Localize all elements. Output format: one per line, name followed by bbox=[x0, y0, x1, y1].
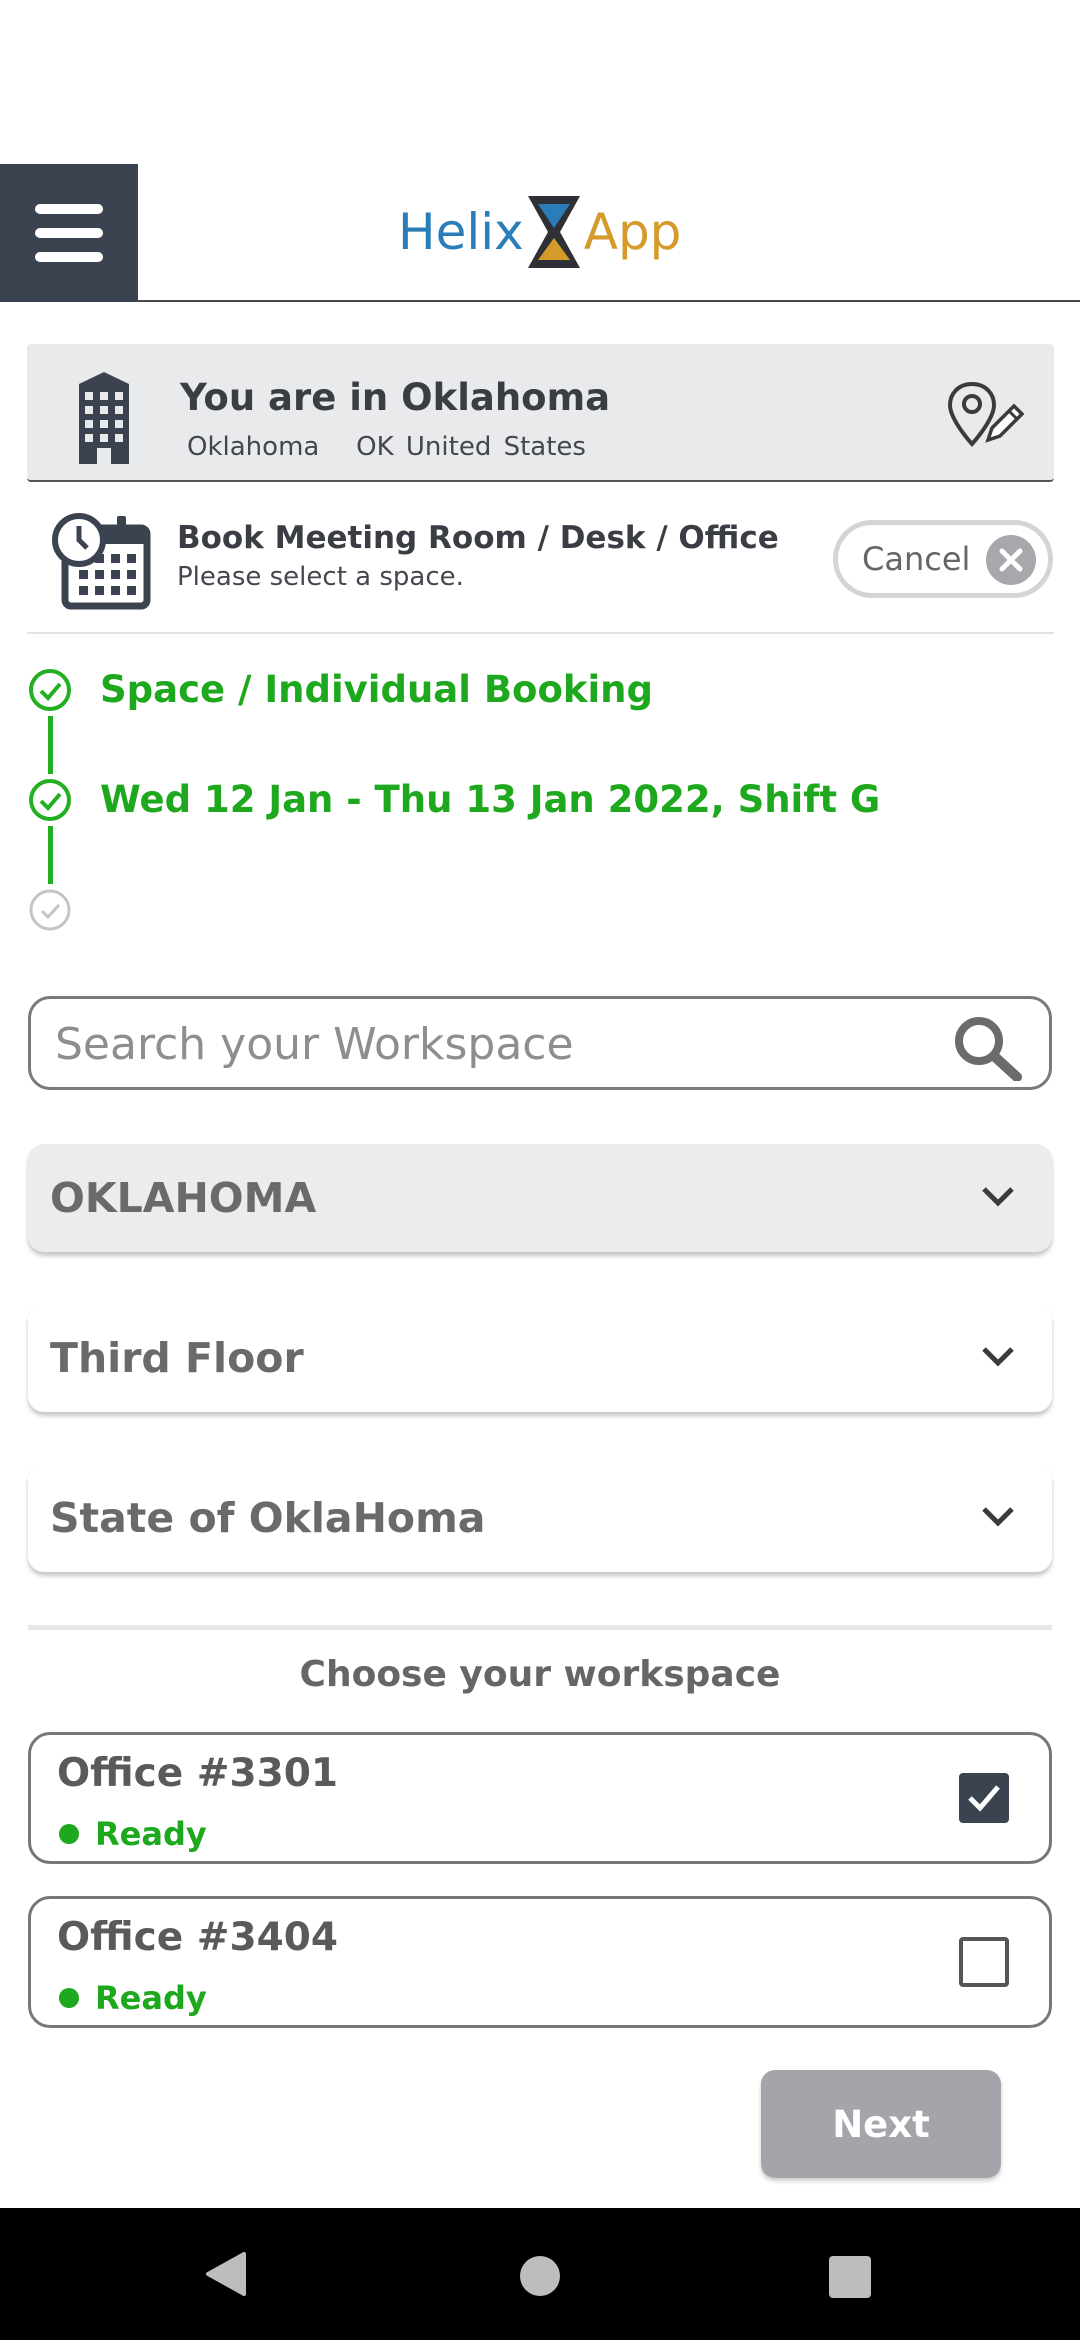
status-dot-icon bbox=[59, 1824, 79, 1844]
floor-dropdown-label: Third Floor bbox=[50, 1334, 304, 1382]
workspace-checkbox[interactable] bbox=[959, 1937, 1009, 1987]
logo-text-right: App bbox=[583, 203, 682, 261]
step-connector bbox=[48, 716, 53, 774]
close-icon bbox=[986, 535, 1036, 585]
checkmark-icon bbox=[968, 1785, 1000, 1812]
booking-subtitle: Please select a space. bbox=[177, 562, 464, 592]
location-title: You are in Oklahoma bbox=[180, 376, 611, 419]
step-check-icon bbox=[29, 669, 71, 711]
calendar-clock-icon bbox=[52, 513, 151, 610]
area-dropdown-label: State of OklaHoma bbox=[50, 1494, 486, 1542]
hamburger-line bbox=[35, 228, 103, 238]
region-dropdown[interactable]: OKLAHOMA bbox=[28, 1144, 1052, 1252]
building-icon bbox=[79, 372, 129, 464]
workspace-status: Ready bbox=[59, 1815, 207, 1853]
system-nav-bar bbox=[0, 2208, 1080, 2340]
location-state: OK bbox=[356, 432, 394, 462]
hamburger-line bbox=[35, 252, 103, 262]
workspace-status-label: Ready bbox=[95, 1979, 207, 2017]
next-button[interactable]: Next bbox=[761, 2070, 1001, 2178]
logo-text-left: Helix bbox=[398, 203, 524, 261]
step-connector bbox=[48, 826, 53, 884]
booking-title: Book Meeting Room / Desk / Office bbox=[177, 520, 779, 556]
cancel-button[interactable]: Cancel bbox=[833, 520, 1053, 598]
cancel-button-label: Cancel bbox=[862, 540, 971, 578]
search-icon[interactable] bbox=[953, 1015, 1023, 1081]
recent-apps-icon[interactable] bbox=[829, 2256, 871, 2298]
back-icon[interactable] bbox=[204, 2250, 248, 2298]
location-card: You are in Oklahoma Oklahoma OK United S… bbox=[27, 344, 1054, 482]
status-dot-icon bbox=[59, 1988, 79, 2008]
app-header: Helix App bbox=[0, 164, 1080, 302]
next-button-label: Next bbox=[832, 2102, 930, 2146]
workspace-card[interactable]: Office #3301 Ready bbox=[28, 1732, 1052, 1864]
workspace-card[interactable]: Office #3404 Ready bbox=[28, 1896, 1052, 2028]
app-logo: Helix App bbox=[398, 192, 681, 272]
workspace-status: Ready bbox=[59, 1979, 207, 2017]
workspace-status-label: Ready bbox=[95, 1815, 207, 1853]
floor-dropdown[interactable]: Third Floor bbox=[28, 1304, 1052, 1412]
search-input[interactable] bbox=[55, 1009, 935, 1079]
step-label: Wed 12 Jan - Thu 13 Jan 2022, Shift G bbox=[100, 778, 881, 821]
chevron-down-icon bbox=[982, 1507, 1014, 1527]
location-city: Oklahoma bbox=[187, 432, 320, 462]
chevron-down-icon bbox=[982, 1347, 1014, 1367]
region-dropdown-label: OKLAHOMA bbox=[50, 1174, 317, 1222]
chevron-down-icon bbox=[982, 1187, 1014, 1207]
step-pending-icon bbox=[29, 889, 71, 931]
area-dropdown[interactable]: State of OklaHoma bbox=[28, 1464, 1052, 1572]
workspace-name: Office #3404 bbox=[57, 1915, 339, 1960]
home-icon[interactable] bbox=[520, 2256, 560, 2296]
workspace-section-title: Choose your workspace bbox=[299, 1654, 781, 1695]
hourglass-logo-icon bbox=[527, 196, 580, 268]
location-country: United States bbox=[405, 432, 586, 462]
step-check-icon bbox=[29, 779, 71, 821]
divider bbox=[28, 1625, 1052, 1630]
booking-header: Book Meeting Room / Desk / Office Please… bbox=[27, 500, 1054, 634]
hamburger-menu-button[interactable] bbox=[0, 164, 138, 302]
step-label: Space / Individual Booking bbox=[100, 668, 653, 711]
workspace-name: Office #3301 bbox=[57, 1751, 339, 1796]
workspace-checkbox[interactable] bbox=[959, 1773, 1009, 1823]
location-address: Oklahoma OK United States bbox=[187, 432, 586, 462]
workspace-search bbox=[28, 996, 1052, 1090]
edit-location-icon[interactable] bbox=[948, 380, 1024, 450]
hamburger-line bbox=[35, 204, 103, 214]
